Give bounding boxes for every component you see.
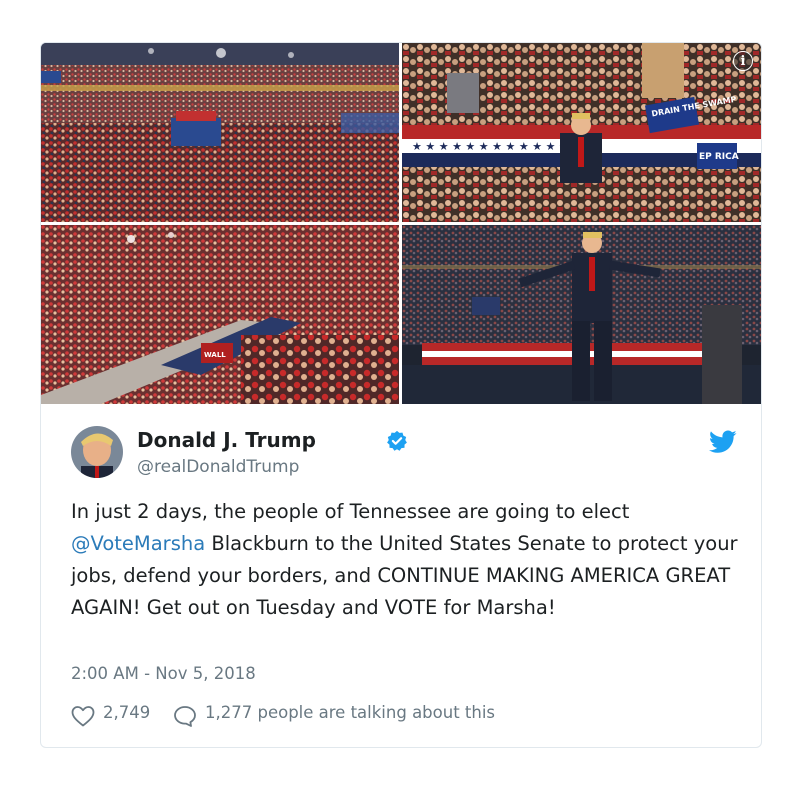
conversation-link[interactable]: 1,277 people are talking about this (205, 703, 495, 722)
tweet-text-part-1: In just 2 days, the people of Tennessee … (71, 500, 630, 523)
verified-badge-icon (387, 430, 407, 451)
like-count[interactable]: 2,749 (103, 703, 150, 722)
info-icon[interactable]: i (733, 51, 753, 71)
avatar[interactable] (71, 426, 123, 478)
photo-speaker-stage[interactable]: ★ ★ ★ ★ ★ ★ ★ ★ ★ ★ ★ ★ ★ ★ DRAIN THE SW… (402, 43, 761, 222)
tweet-media-grid[interactable]: ★ ★ ★ ★ ★ ★ ★ ★ ★ ★ ★ ★ ★ ★ DRAIN THE SW… (41, 43, 761, 404)
author-handle[interactable]: @realDonaldTrump (137, 457, 299, 477)
sign-wall: WALL (204, 351, 226, 359)
twitter-bird-icon[interactable] (709, 430, 737, 454)
mention-link[interactable]: @VoteMarsha (71, 532, 205, 555)
author-name[interactable]: Donald J. Trump (137, 428, 316, 452)
heart-icon[interactable] (71, 705, 95, 727)
tweet-timestamp[interactable]: 2:00 AM - Nov 5, 2018 (71, 664, 256, 683)
photo-speaker-arms[interactable] (402, 225, 761, 404)
sign-keep-america: EP RICA (699, 152, 739, 162)
tweet-card[interactable]: ★ ★ ★ ★ ★ ★ ★ ★ ★ ★ ★ ★ ★ ★ DRAIN THE SW… (40, 42, 762, 748)
tweet-text: In just 2 days, the people of Tennessee … (71, 496, 741, 624)
tweet-header: Donald J. Trump @realDonaldTrump (71, 426, 737, 480)
photo-arena-crowd[interactable] (41, 43, 399, 222)
speech-bubble-icon[interactable] (173, 705, 197, 727)
photo-arena-floor[interactable]: WALL (41, 225, 399, 404)
